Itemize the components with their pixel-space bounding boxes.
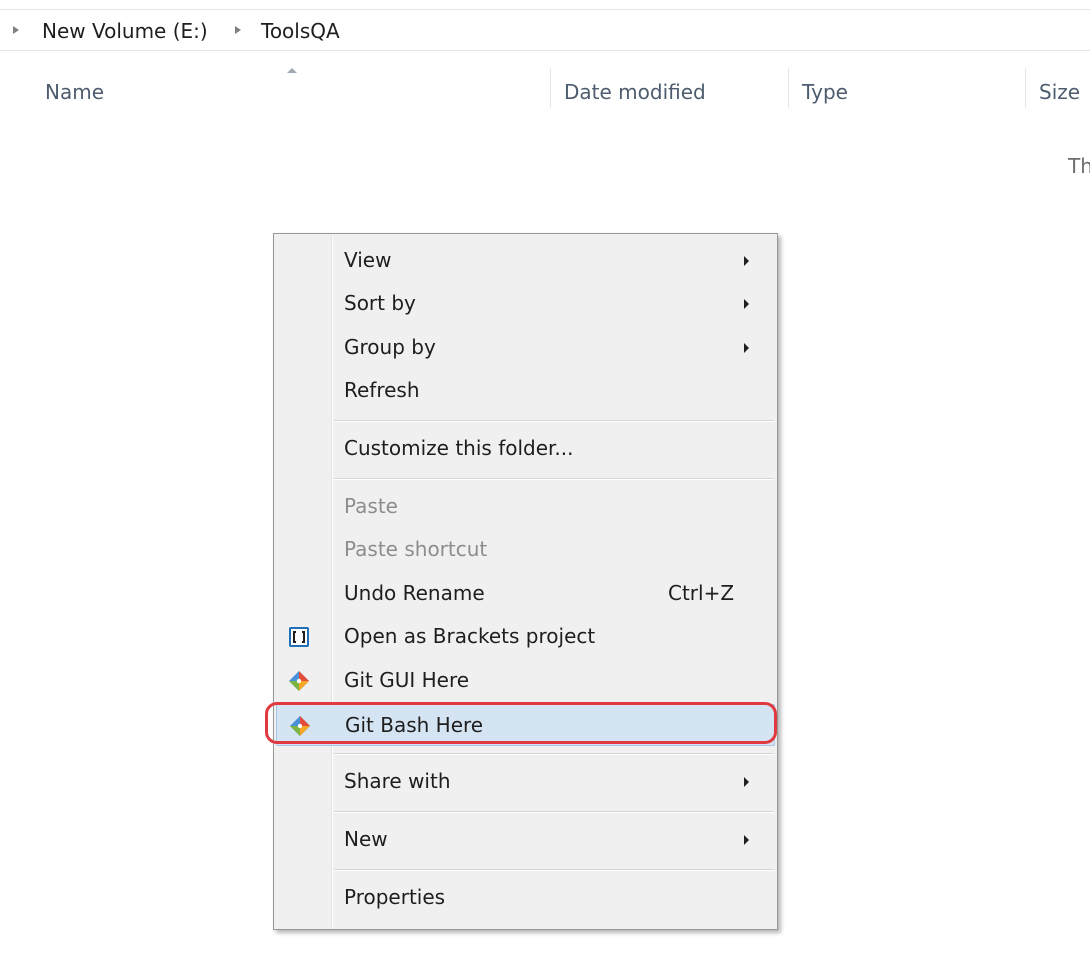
breadcrumb-chevron-icon[interactable] xyxy=(235,26,241,34)
submenu-arrow-icon xyxy=(744,256,749,266)
column-divider[interactable] xyxy=(1025,68,1026,108)
column-header-name[interactable]: Name xyxy=(45,80,104,104)
column-header-date-modified[interactable]: Date modified xyxy=(564,80,706,104)
menu-item-label: View xyxy=(344,248,392,272)
menu-item-sort-by[interactable]: Sort by xyxy=(276,283,775,325)
menu-item-label: Undo Rename xyxy=(344,581,485,605)
menu-separator xyxy=(334,420,774,422)
menu-item-shortcut: Ctrl+Z xyxy=(668,581,735,605)
menu-separator xyxy=(334,869,774,871)
menu-item-label: Customize this folder... xyxy=(344,436,574,460)
address-bar[interactable]: New Volume (E:) ToolsQA xyxy=(0,9,1090,51)
menu-item-label: Open as Brackets project xyxy=(344,624,596,648)
menu-item-customize-folder[interactable]: Customize this folder... xyxy=(276,428,775,470)
submenu-arrow-icon xyxy=(744,835,749,845)
menu-item-view[interactable]: View xyxy=(276,240,775,282)
menu-item-label: Properties xyxy=(344,885,446,909)
annotation-highlight-outline xyxy=(265,702,777,744)
brackets-icon xyxy=(289,627,309,647)
menu-item-label: New xyxy=(344,827,388,851)
menu-item-label: Sort by xyxy=(344,291,416,315)
menu-item-group-by[interactable]: Group by xyxy=(276,327,775,369)
column-divider[interactable] xyxy=(550,68,551,108)
menu-item-refresh[interactable]: Refresh xyxy=(276,370,775,412)
breadcrumb-chevron-icon[interactable] xyxy=(13,26,19,34)
menu-item-share-with[interactable]: Share with xyxy=(276,761,775,803)
menu-item-label: Git GUI Here xyxy=(344,668,470,692)
submenu-arrow-icon xyxy=(744,777,749,787)
empty-folder-message: Th xyxy=(1068,154,1090,178)
sort-ascending-icon xyxy=(287,68,297,73)
menu-item-properties[interactable]: Properties xyxy=(276,877,775,919)
menu-separator xyxy=(334,811,774,813)
menu-item-label: Paste shortcut xyxy=(344,537,488,561)
menu-item-git-gui[interactable]: Git GUI Here xyxy=(276,660,775,702)
menu-item-new[interactable]: New xyxy=(276,819,775,861)
menu-item-open-brackets[interactable]: Open as Brackets project xyxy=(276,616,775,658)
submenu-arrow-icon xyxy=(744,343,749,353)
menu-separator xyxy=(334,753,774,755)
menu-item-label: Paste xyxy=(344,494,398,518)
menu-item-label: Refresh xyxy=(344,378,420,402)
explorer-window: New Volume (E:) ToolsQA Name Date modifi… xyxy=(0,0,1090,956)
submenu-arrow-icon xyxy=(744,299,749,309)
column-divider[interactable] xyxy=(788,68,789,108)
context-menu: View Sort by Group by Refresh Customize … xyxy=(273,233,778,930)
menu-separator xyxy=(334,478,774,480)
column-header-type[interactable]: Type xyxy=(802,80,848,104)
menu-item-paste[interactable]: Paste xyxy=(276,486,775,528)
menu-item-label: Share with xyxy=(344,769,451,793)
menu-item-label: Group by xyxy=(344,335,436,359)
column-header-size[interactable]: Size xyxy=(1039,80,1080,104)
git-icon xyxy=(289,671,309,691)
breadcrumb-item-drive[interactable]: New Volume (E:) xyxy=(42,19,208,43)
menu-item-undo-rename[interactable]: Undo Rename Ctrl+Z xyxy=(276,573,775,615)
breadcrumb-item-folder[interactable]: ToolsQA xyxy=(261,19,340,43)
menu-item-paste-shortcut[interactable]: Paste shortcut xyxy=(276,529,775,571)
